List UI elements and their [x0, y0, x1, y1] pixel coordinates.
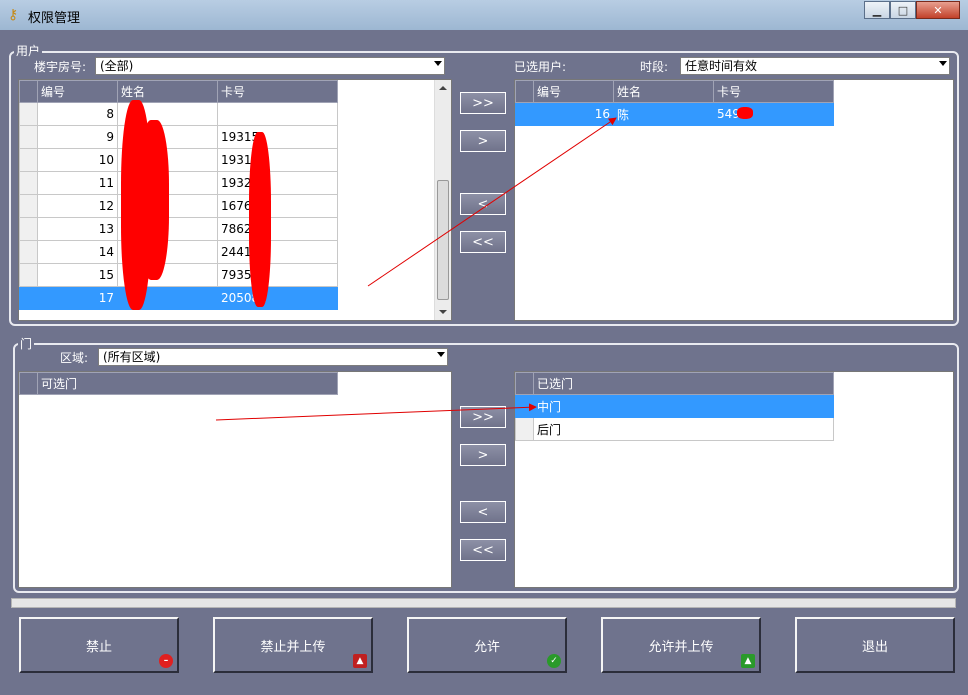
annotation-arrow-doors [215, 403, 537, 421]
splitter-bar[interactable] [11, 598, 956, 608]
annotation-arrow-users [367, 117, 617, 287]
no-entry-icon: – [159, 654, 173, 668]
deny-upload-button[interactable]: 禁止并上传 ▲ [213, 617, 373, 673]
exit-button-label: 退出 [861, 639, 888, 655]
allow-button[interactable]: 允许 ✓ [407, 617, 567, 673]
allow-upload-button-label: 允许并上传 [648, 639, 714, 655]
deny-button-label: 禁止 [85, 639, 112, 655]
deny-button[interactable]: 禁止 – [19, 617, 179, 673]
check-icon: ✓ [547, 654, 561, 668]
upload-allow-icon: ▲ [741, 654, 755, 668]
allow-button-label: 允许 [473, 639, 500, 655]
allow-upload-button[interactable]: 允许并上传 ▲ [601, 617, 761, 673]
upload-deny-icon: ▲ [353, 654, 367, 668]
deny-upload-button-label: 禁止并上传 [260, 639, 326, 655]
exit-button[interactable]: 退出 [795, 617, 955, 673]
annotation-arrows [215, 117, 617, 421]
